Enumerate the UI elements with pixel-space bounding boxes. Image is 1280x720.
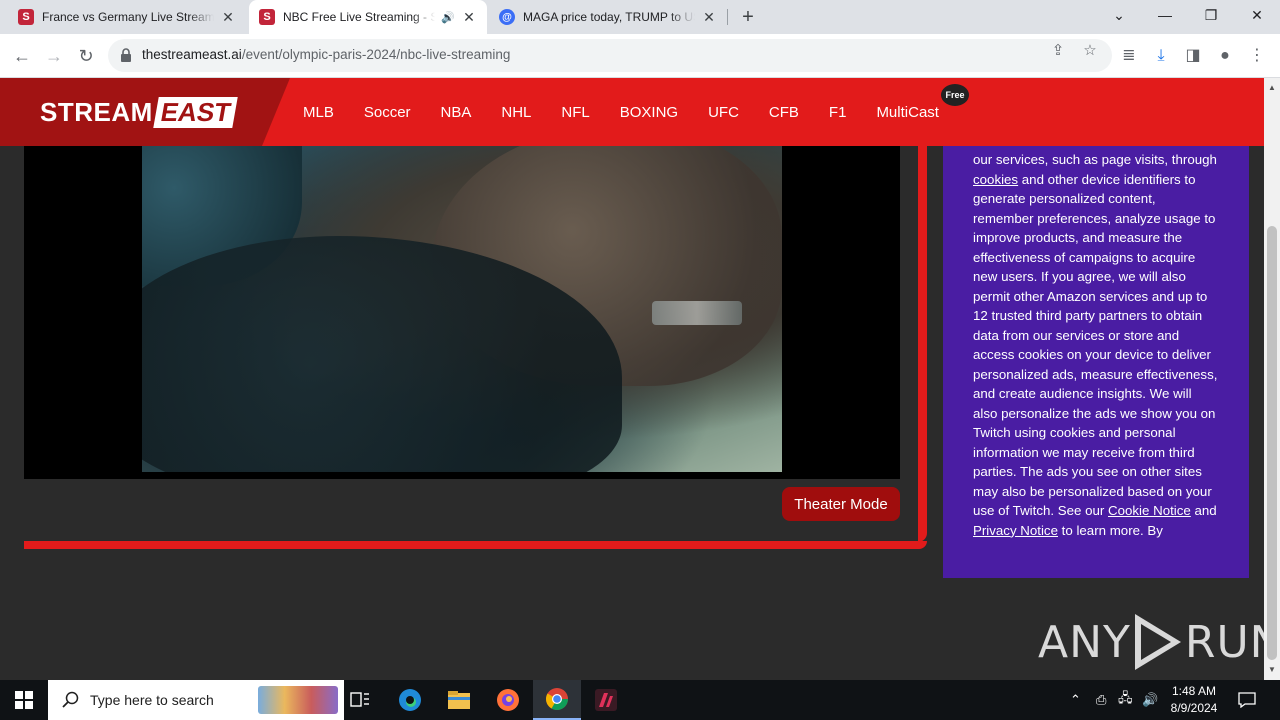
consent-text: and other device identifiers to generate… [973,171,1218,519]
cookie-notice-link[interactable]: Cookie Notice [1108,503,1191,518]
logo-stream-text: STREAM [40,96,153,127]
back-arrow-icon[interactable]: ← [8,42,36,70]
theater-mode-button[interactable]: Theater Mode [782,487,900,521]
url-host: thestreameast.ai [142,47,242,62]
page-scrollbar[interactable]: ▲ ▼ [1264,78,1280,680]
tab-nbc-live[interactable]: S NBC Free Live Streaming - S 🔊 ✕ [249,0,487,34]
profile-avatar-icon[interactable]: ● [1213,44,1237,68]
nav-boxing[interactable]: BOXING [620,104,678,121]
clock-date: 8/9/2024 [1170,701,1218,715]
consent-text: to learn more. By [1057,522,1163,538]
chrome-icon[interactable] [533,680,581,720]
search-icon [62,691,79,708]
firefox-icon[interactable] [484,680,532,720]
download-icon[interactable]: ⤓ [1149,44,1173,68]
restore-icon[interactable]: ❐ [1188,0,1234,30]
streameast-favicon-icon: S [18,9,34,25]
minimize-icon[interactable]: — [1142,0,1188,30]
address-bar[interactable]: thestreameast.ai/event/olympic-paris-202… [108,39,1112,72]
show-hidden-icons-chevron-icon[interactable]: ⌃ [1070,680,1081,720]
share-icon[interactable]: ⇪ [1049,42,1067,60]
nav-soccer[interactable]: Soccer [364,104,411,121]
tab-close-icon[interactable]: ✕ [461,9,477,26]
consent-text: our services, such as page visits, throu… [973,152,1217,167]
scroll-up-icon[interactable]: ▲ [1264,80,1280,96]
bookmark-star-icon[interactable]: ☆ [1081,42,1099,60]
coin-favicon-icon: @ [499,9,515,25]
nav-cfb[interactable]: CFB [769,104,799,121]
tab-title: MAGA price today, TRUMP to US [523,10,695,24]
nav-nfl[interactable]: NFL [561,104,589,121]
tab-france-germany[interactable]: S France vs Germany Live Streamin ✕ [8,0,246,34]
search-placeholder: Type here to search [90,692,214,708]
player-border-bottom [24,541,927,549]
free-badge: Free [941,84,969,106]
windows-start-icon[interactable] [0,680,48,720]
privacy-notice-link[interactable]: Privacy Notice [973,523,1058,538]
video-frame[interactable] [142,146,782,472]
device-icon[interactable]: ⎙ [1096,680,1106,720]
search-highlight-image [258,686,338,714]
cookie-consent-panel: our services, such as page visits, throu… [943,146,1249,578]
nav-ufc[interactable]: UFC [708,104,739,121]
page-content: Theater Mode our services, such as page … [0,146,1280,680]
network-icon[interactable]: 🖧 [1118,680,1133,720]
taskbar-search[interactable]: Type here to search [48,680,344,720]
edge-browser-icon[interactable] [386,680,434,720]
lock-icon[interactable] [120,47,132,63]
tab-maga-price[interactable]: @ MAGA price today, TRUMP to US ✕ [489,0,727,34]
play-triangle-icon [1134,614,1181,670]
streameast-app-icon[interactable] [582,680,630,720]
browser-toolbar: ← → ↻ thestreameast.ai/event/olympic-par… [0,34,1280,78]
video-scene-glint [652,301,742,325]
scroll-down-icon[interactable]: ▼ [1264,662,1280,678]
reload-icon[interactable]: ↻ [72,42,100,70]
browser-tabstrip: S France vs Germany Live Streamin ✕ S NB… [0,0,1280,34]
tab-close-icon[interactable]: ✕ [220,9,236,26]
scroll-thumb[interactable] [1267,226,1277,660]
media-queue-icon[interactable]: ≣ [1117,44,1141,68]
nav-nba[interactable]: NBA [441,104,472,121]
anyrun-watermark: ANY RUN [1038,610,1280,674]
new-tab-icon[interactable]: + [736,4,760,30]
file-explorer-icon[interactable] [435,680,483,720]
clock-time: 1:48 AM [1171,684,1217,698]
consent-text: and [1190,503,1217,518]
watermark-any-text: ANY [1038,616,1131,668]
windows-taskbar: Type here to search ⌃ ⎙ 🖧 🔊 1:48 AM 8/9/… [0,680,1280,720]
nav-multicast[interactable]: MultiCast [876,104,939,121]
side-panel-icon[interactable]: ◨ [1181,44,1205,68]
url-path: /event/olympic-paris-2024/nbc-live-strea… [241,47,511,62]
tab-title: France vs Germany Live Streamin [42,10,214,24]
tab-separator [727,9,728,25]
forward-arrow-icon[interactable]: → [40,42,68,70]
cookies-link[interactable]: cookies [973,172,1018,187]
streameast-logo[interactable]: STREAM EAST [40,96,238,128]
tab-search-chevron-icon[interactable]: ⌄ [1096,0,1142,30]
nav-mlb[interactable]: MLB [303,104,334,121]
volume-icon[interactable]: 🔊 [1142,680,1158,720]
nav-f1[interactable]: F1 [829,104,847,121]
main-nav: MLB Soccer NBA NHL NFL BOXING UFC CFB F1… [303,104,969,121]
player-border-right [918,146,927,542]
url-text[interactable]: thestreameast.ai/event/olympic-paris-202… [142,47,510,62]
video-player[interactable] [24,146,900,479]
logo-east-text: EAST [153,96,238,128]
close-window-icon[interactable]: ✕ [1234,0,1280,30]
speaker-icon[interactable]: 🔊 [441,11,455,24]
chrome-menu-icon[interactable]: ⋮ [1245,44,1269,68]
nav-nhl[interactable]: NHL [501,104,531,121]
tab-close-icon[interactable]: ✕ [701,9,717,26]
tab-title: NBC Free Live Streaming - S [283,10,436,24]
notification-center-icon[interactable] [1238,680,1256,720]
streameast-favicon-icon: S [259,9,275,25]
system-clock[interactable]: 1:48 AM 8/9/2024 [1162,683,1226,717]
site-header: STREAM EAST MLB Soccer NBA NHL NFL BOXIN… [0,78,1264,146]
task-view-icon[interactable] [336,680,384,720]
